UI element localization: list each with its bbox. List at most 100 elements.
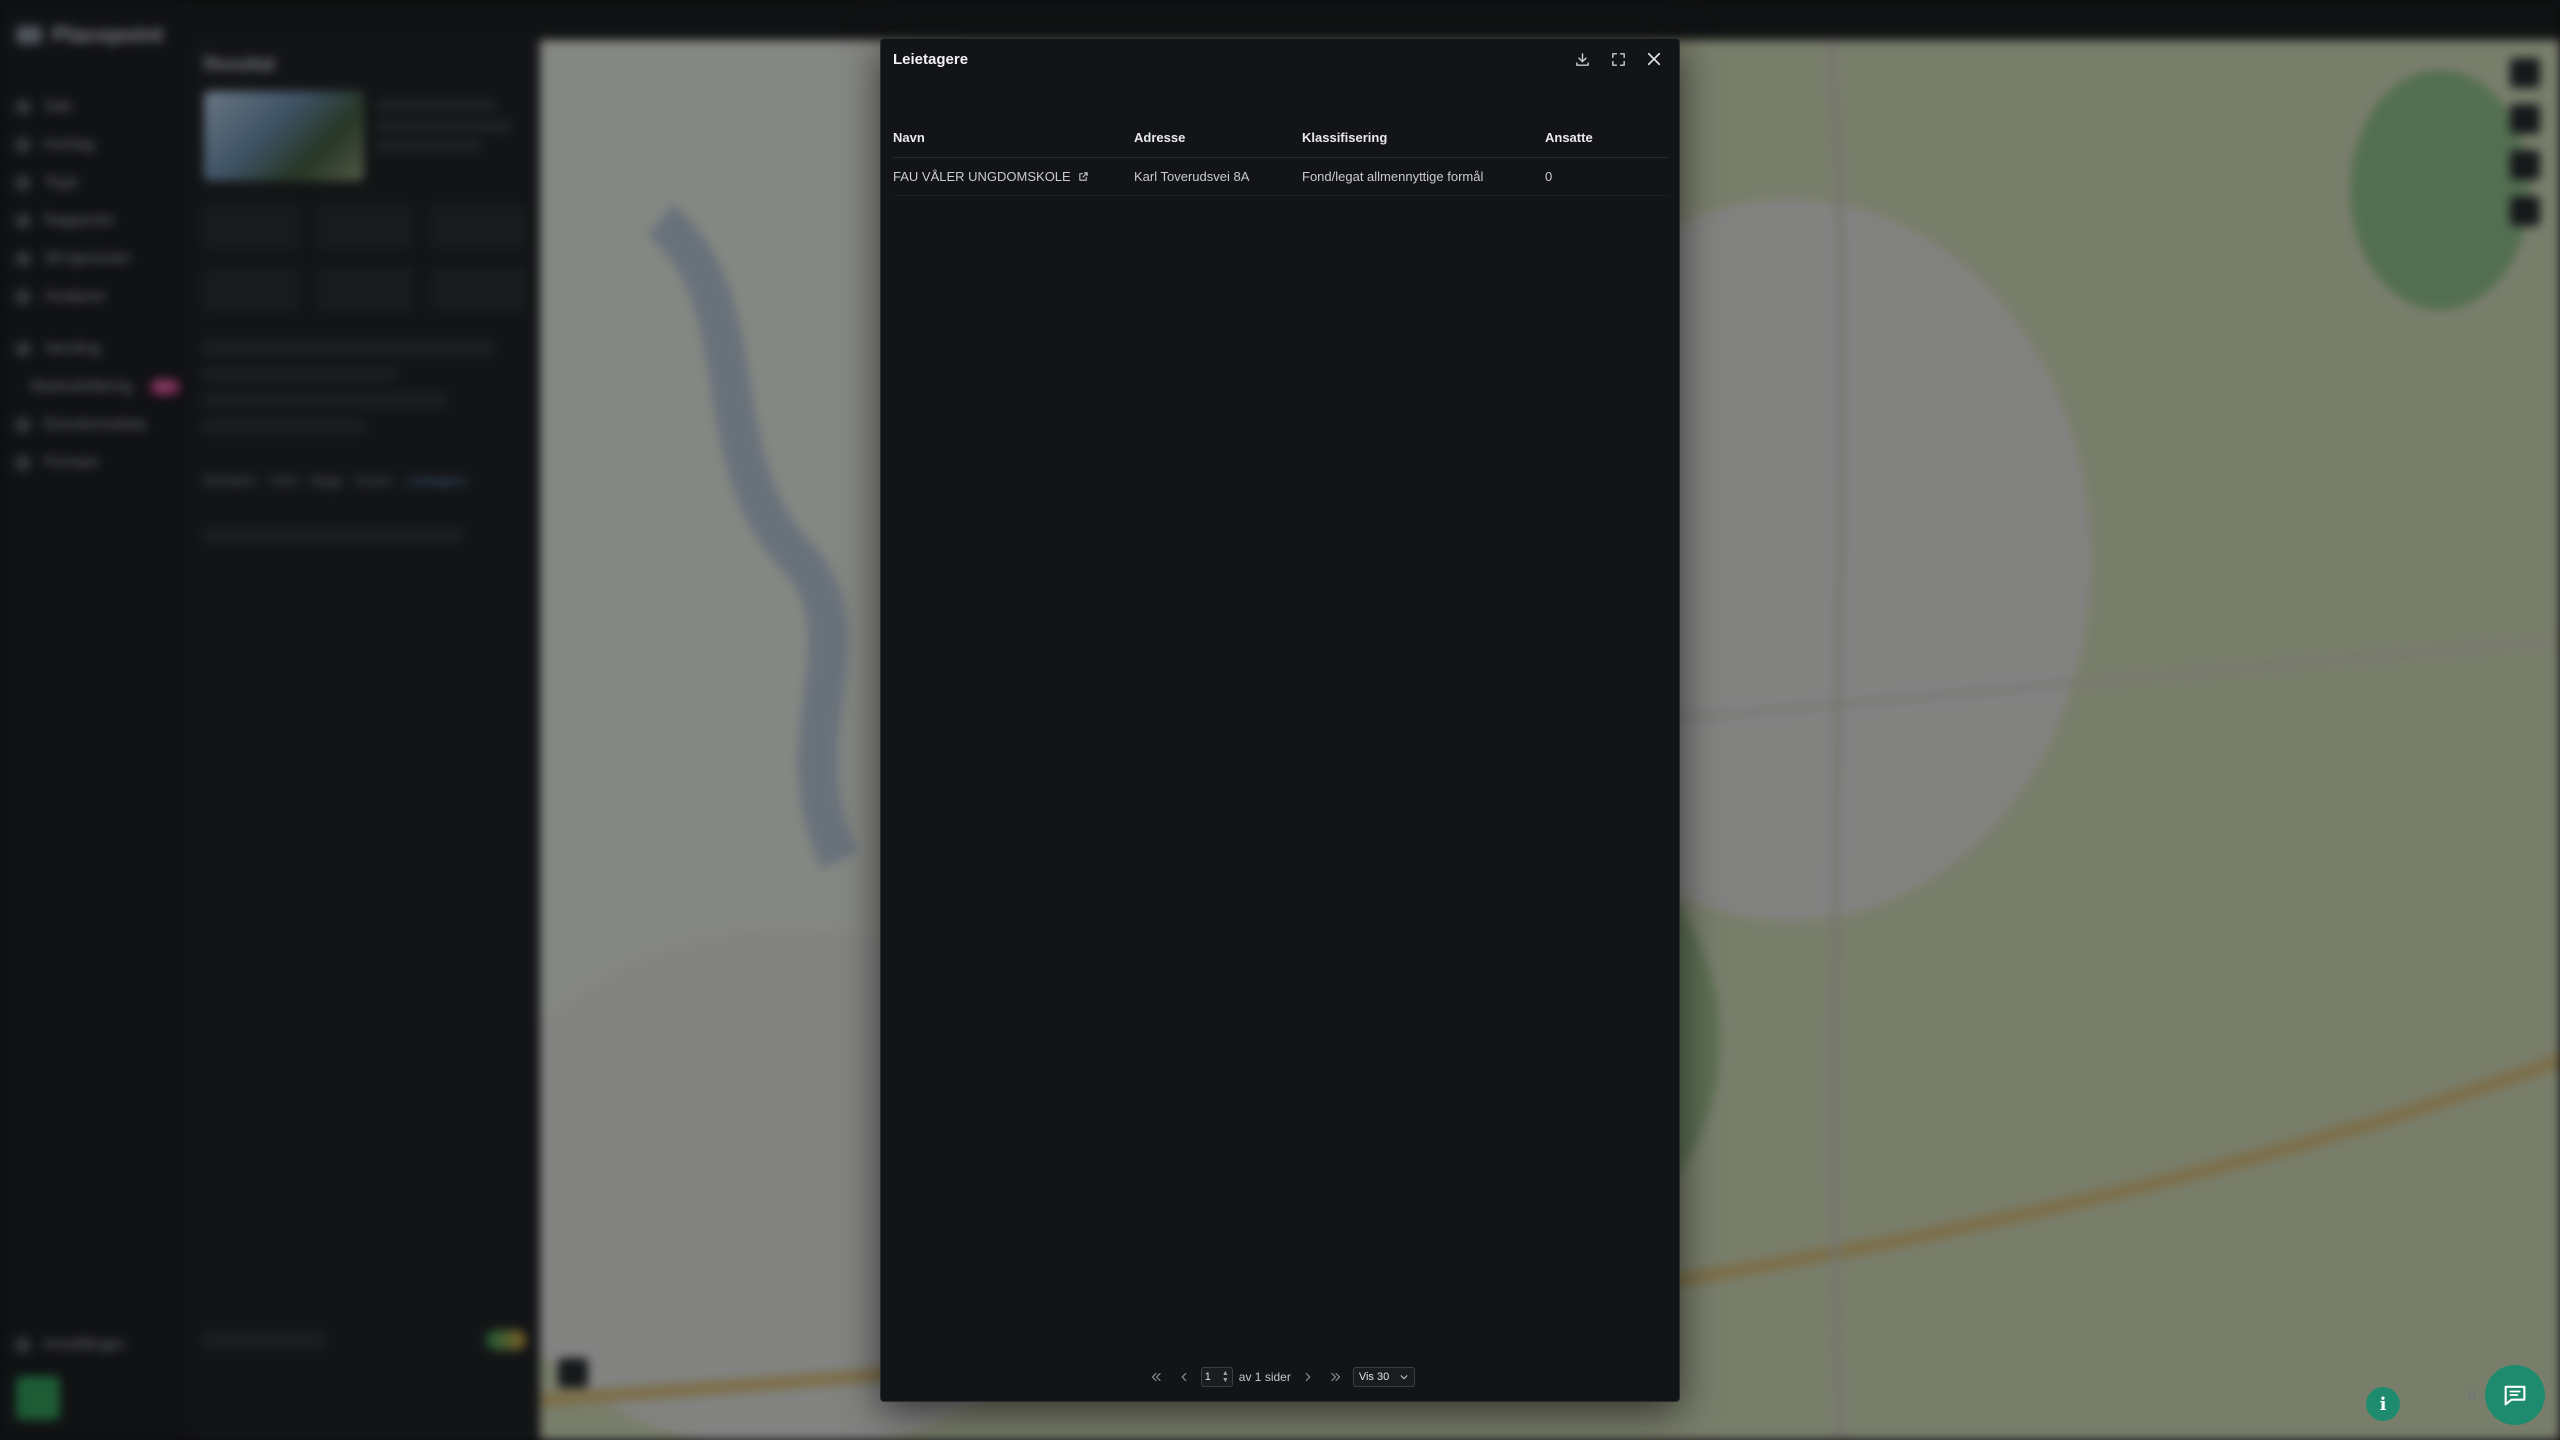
table-body: FAU VÅLER UNGDOMSKOLE Karl Toverudsvei 8… bbox=[893, 157, 1669, 196]
draw-icon bbox=[16, 176, 30, 190]
toggle-row bbox=[204, 1330, 526, 1350]
page-number-input[interactable]: 1 ▲ ▼ bbox=[1200, 1367, 1233, 1387]
close-icon bbox=[1647, 52, 1661, 66]
tenant-name-link[interactable]: FAU VÅLER UNGDOMSKOLE bbox=[893, 169, 1089, 184]
first-page-button[interactable] bbox=[1145, 1366, 1167, 1388]
double-chevron-right-icon bbox=[1331, 1372, 1340, 1382]
info-button[interactable]: i bbox=[2366, 1387, 2400, 1421]
nav-item-3d[interactable]: 3D-tjenester bbox=[16, 240, 171, 278]
nav-bottom: Innstillinger bbox=[16, 1326, 171, 1420]
previous-page-button[interactable] bbox=[1173, 1366, 1195, 1388]
chevron-right-icon bbox=[1305, 1372, 1311, 1382]
drag-handle-icon[interactable]: ⠿ bbox=[2466, 1385, 2478, 1405]
info-row bbox=[204, 1333, 324, 1347]
building-icon bbox=[16, 418, 30, 432]
nav-label: Rapporter bbox=[44, 212, 116, 229]
table-row[interactable]: FAU VÅLER UNGDOMSKOLE Karl Toverudsvei 8… bbox=[893, 157, 1669, 196]
last-page-button[interactable] bbox=[1325, 1366, 1347, 1388]
cell-klassifisering: Fond/legat allmennyttige formål bbox=[1302, 157, 1545, 196]
toggle-switch[interactable] bbox=[486, 1330, 526, 1350]
nav-label: 3D-tjenester bbox=[44, 250, 132, 267]
property-meta bbox=[376, 91, 526, 181]
nav-item-firmaer[interactable]: Firmaer bbox=[16, 444, 171, 482]
bell-icon bbox=[16, 342, 30, 356]
map-control-button[interactable] bbox=[2510, 104, 2540, 134]
briefcase-icon bbox=[16, 456, 30, 470]
nav-item-kartlag[interactable]: Kartlag bbox=[16, 126, 171, 164]
modal-actions bbox=[1569, 46, 1667, 72]
action-tile[interactable] bbox=[317, 267, 413, 311]
action-tile[interactable] bbox=[317, 205, 413, 249]
action-tile[interactable] bbox=[204, 205, 300, 249]
info-row bbox=[204, 341, 494, 355]
close-button[interactable] bbox=[1641, 46, 1667, 72]
panel-title: Resultat bbox=[204, 54, 276, 74]
page-number-value: 1 bbox=[1204, 1371, 1211, 1383]
nav-label: Varsling bbox=[44, 340, 101, 357]
download-button[interactable] bbox=[1569, 46, 1595, 72]
tenant-name: FAU VÅLER UNGDOMSKOLE bbox=[893, 168, 1071, 184]
action-grid bbox=[204, 205, 526, 311]
left-navigation: Placepoint Søk Kartlag Tegn Rapporter 3D… bbox=[0, 0, 188, 1440]
nav-label: Eiendomsdata bbox=[44, 416, 147, 433]
column-header-ansatte[interactable]: Ansatte bbox=[1545, 119, 1669, 158]
column-header-navn[interactable]: Navn bbox=[893, 119, 1134, 158]
nav-item-analyser[interactable]: Analyser bbox=[16, 278, 171, 316]
meta-line bbox=[376, 141, 481, 151]
nav-label: Søk bbox=[44, 98, 73, 115]
map-control-button[interactable] bbox=[2510, 196, 2540, 226]
modal-header: Leietagere bbox=[881, 39, 1679, 79]
next-page-button[interactable] bbox=[1297, 1366, 1319, 1388]
meta-line bbox=[376, 101, 496, 111]
chevron-down-icon bbox=[1400, 1375, 1408, 1380]
result-side-panel: Resultat Eiendom Tomt Bygg Grunn Leietag… bbox=[190, 40, 540, 1440]
nav-label: Kartlag bbox=[44, 136, 95, 153]
spinner-icon[interactable]: ▲ ▼ bbox=[1222, 1370, 1229, 1384]
panel-tab[interactable]: Eiendom bbox=[204, 473, 255, 488]
action-tile[interactable] bbox=[204, 267, 300, 311]
panel-tab-active[interactable]: Leietagere bbox=[405, 473, 466, 488]
column-header-adresse[interactable]: Adresse bbox=[1134, 119, 1302, 158]
modal-title: Leietagere bbox=[893, 50, 969, 68]
info-icon: i bbox=[2379, 1393, 2387, 1415]
cell-navn: FAU VÅLER UNGDOMSKOLE bbox=[893, 157, 1134, 196]
panel-tab[interactable]: Tomt bbox=[269, 473, 297, 488]
info-row bbox=[204, 367, 398, 381]
pagination: 1 ▲ ▼ av 1 sider Vis 30 bbox=[881, 1365, 1679, 1389]
property-photo[interactable] bbox=[204, 91, 364, 181]
nav-item-innstillinger[interactable]: Innstillinger bbox=[16, 1326, 171, 1364]
map-control-button[interactable] bbox=[2510, 150, 2540, 180]
action-tile[interactable] bbox=[430, 205, 526, 249]
map-control-button[interactable] bbox=[558, 1358, 588, 1388]
nav-label: Firmaer bbox=[44, 454, 100, 471]
nav-item-tegn[interactable]: Tegn bbox=[16, 164, 171, 202]
avatar[interactable] bbox=[16, 1376, 60, 1420]
page-size-value: Vis 30 bbox=[1358, 1371, 1390, 1383]
info-row bbox=[204, 528, 462, 542]
external-link-icon[interactable] bbox=[1078, 171, 1089, 182]
nav-item-varsling[interactable]: Varsling bbox=[16, 330, 171, 368]
expand-icon bbox=[1611, 52, 1625, 66]
map-control-button[interactable] bbox=[2510, 58, 2540, 88]
chart-icon bbox=[16, 290, 30, 304]
chat-button[interactable] bbox=[2485, 1365, 2545, 1425]
action-tile[interactable] bbox=[430, 267, 526, 311]
cell-ansatte: 0 bbox=[1545, 157, 1669, 196]
column-header-klassifisering[interactable]: Klassifisering bbox=[1302, 119, 1545, 158]
cell-adresse: Karl Toverudsvei 8A bbox=[1134, 157, 1302, 196]
panel-tab[interactable]: Grunn bbox=[355, 473, 391, 488]
tenants-table: Navn Adresse Klassifisering Ansatte FAU … bbox=[893, 119, 1669, 196]
page-size-select[interactable]: Vis 30 bbox=[1352, 1367, 1416, 1387]
table-header: Navn Adresse Klassifisering Ansatte bbox=[893, 119, 1669, 158]
nav-item-eiendomsdata[interactable]: Eiendomsdata bbox=[16, 406, 171, 444]
panel-tab[interactable]: Bygg bbox=[311, 473, 341, 488]
app-logo: Placepoint bbox=[16, 22, 171, 48]
nav-item-marked[interactable]: Markedsføring NY bbox=[16, 368, 180, 406]
new-badge: NY bbox=[150, 379, 180, 395]
external-link-svg bbox=[1079, 171, 1088, 181]
meta-line bbox=[376, 121, 511, 131]
nav-item-rapporter[interactable]: Rapporter bbox=[16, 202, 171, 240]
expand-button[interactable] bbox=[1605, 46, 1631, 72]
nav-item-sok[interactable]: Søk bbox=[16, 88, 171, 126]
nav-label: Markedsføring bbox=[30, 378, 133, 395]
